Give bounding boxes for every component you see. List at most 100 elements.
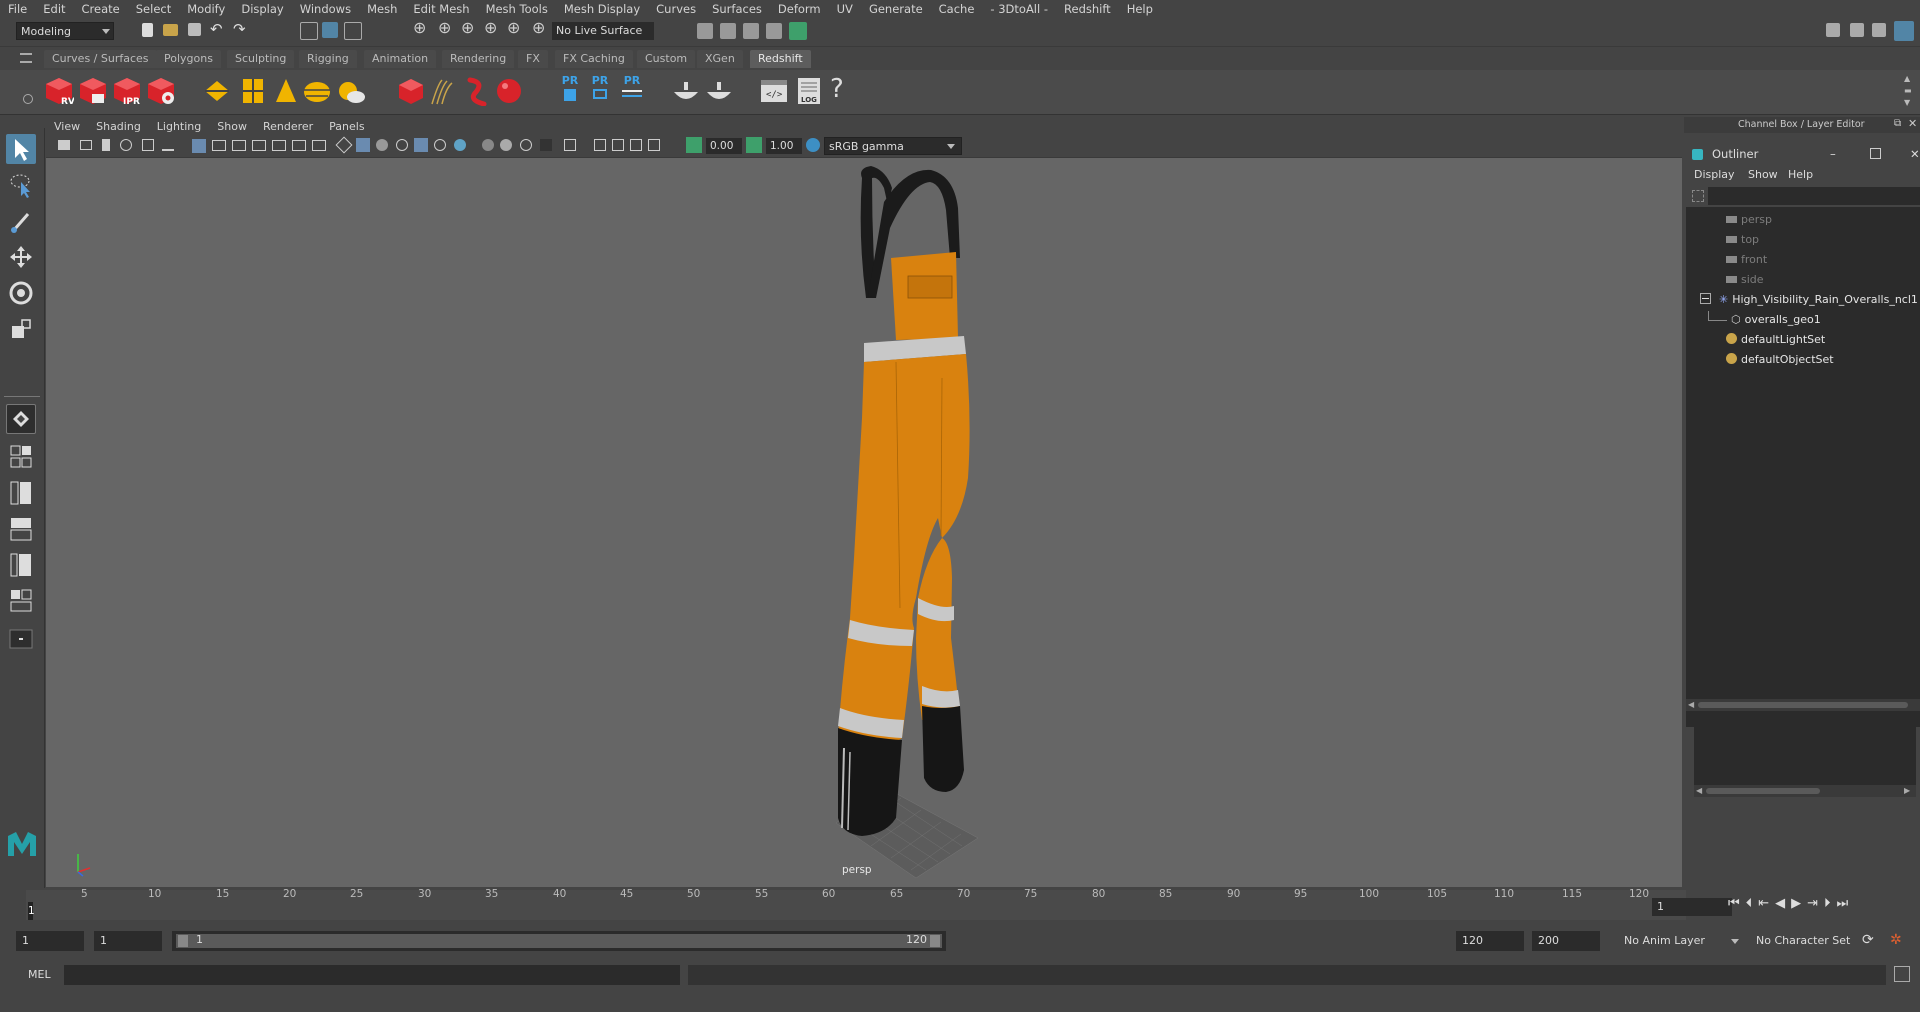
animation-preferences-icon[interactable]: ✲ (1890, 932, 1902, 948)
wireframe-on-shaded-icon[interactable] (396, 139, 408, 151)
range-slider-bar-fill[interactable] (176, 934, 942, 948)
rs-render-view-icon[interactable]: RV (44, 76, 74, 106)
menu-display[interactable]: Display (233, 2, 291, 16)
save-scene-icon[interactable] (188, 23, 201, 36)
tab-animation[interactable]: Animation (364, 50, 437, 68)
rs-portal-light-icon[interactable] (238, 76, 268, 106)
rs-ipr-icon[interactable]: IPR (112, 76, 142, 106)
rs-script-icon[interactable]: </> (759, 76, 789, 106)
scroll-thumb[interactable] (1706, 788, 1820, 794)
move-tool[interactable] (6, 242, 36, 272)
list-item[interactable]: defaultObjectSet (1726, 351, 1834, 369)
maximize-icon[interactable] (1870, 148, 1881, 159)
shelf-menu-icon[interactable] (20, 53, 32, 63)
wireframe-icon[interactable] (335, 136, 353, 154)
rs-render-settings-icon[interactable] (146, 76, 176, 106)
persp-outliner-layout[interactable] (6, 478, 36, 508)
outliner-menu-display[interactable]: Display (1694, 168, 1735, 181)
shelf-scroll-mid-icon[interactable]: ▬ (1904, 86, 1912, 95)
redo-icon[interactable]: ↷ (233, 20, 246, 38)
live-surface-field[interactable]: No Live Surface (552, 22, 654, 40)
snap-grid-icon[interactable]: ⊕ (413, 18, 426, 37)
close-icon[interactable]: ✕ (1910, 143, 1920, 165)
shelf-scroll-down-icon[interactable]: ▼ (1904, 98, 1910, 107)
snap-point-icon[interactable]: ⊕ (461, 18, 474, 37)
rs-hair-icon[interactable] (428, 76, 458, 106)
script-editor-icon[interactable] (1894, 966, 1910, 982)
tab-xgen[interactable]: XGen (697, 50, 743, 68)
scroll-thumb[interactable] (1698, 702, 1908, 708)
tab-rendering[interactable]: Rendering (442, 50, 515, 68)
menu-windows[interactable]: Windows (292, 2, 359, 16)
custom-layout[interactable] (6, 624, 36, 654)
character-set-dropdown[interactable]: No Character Set (1752, 931, 1862, 951)
use-all-lights-icon[interactable] (434, 139, 446, 151)
step-forward-frame-icon[interactable]: ⏵ (1824, 896, 1837, 911)
viewport-menu-shading[interactable]: Shading (88, 120, 149, 133)
menu-generate[interactable]: Generate (861, 2, 931, 16)
tab-curves-surfaces[interactable]: Curves / Surfaces (44, 50, 157, 68)
render-view-icon[interactable] (766, 23, 782, 39)
make-live-icon[interactable]: ⊕ (532, 18, 545, 37)
viewport-menu-renderer[interactable]: Renderer (255, 120, 321, 133)
textured-icon[interactable] (414, 138, 428, 152)
scroll-left-icon[interactable]: ◀ (1696, 786, 1702, 795)
rs-shader-icon[interactable] (704, 76, 734, 106)
pr-import-proxy-icon[interactable]: PR (587, 74, 613, 108)
exposure-icon[interactable] (686, 137, 702, 153)
menu-file[interactable]: File (0, 2, 35, 16)
default-material-icon[interactable] (376, 139, 388, 151)
minimize-icon[interactable]: – (1830, 143, 1836, 165)
select-by-object-icon[interactable] (322, 22, 338, 38)
play-forwards-icon[interactable]: ▶ (1791, 896, 1807, 911)
menu-cache[interactable]: Cache (931, 2, 983, 16)
time-slider[interactable]: 1 5 10 15 20 25 30 35 40 45 50 55 60 65 … (0, 888, 1920, 922)
persp-texture-layout[interactable] (6, 586, 36, 616)
rs-material-icon[interactable] (671, 76, 701, 106)
open-scene-icon[interactable] (163, 24, 178, 36)
grid-icon[interactable] (192, 139, 206, 153)
bookmarks-icon[interactable] (102, 139, 110, 151)
overalls-model[interactable] (746, 158, 1046, 887)
menu-modify[interactable]: Modify (179, 2, 233, 16)
gamma-icon[interactable] (746, 137, 762, 153)
scroll-right-icon[interactable]: ▶ (1904, 786, 1910, 795)
list-item[interactable]: front (1726, 251, 1767, 269)
list-item[interactable]: side (1726, 271, 1764, 289)
ipr-render-icon[interactable] (743, 23, 759, 39)
channel-box-toggle-icon[interactable] (1894, 21, 1914, 41)
command-input[interactable] (64, 965, 680, 985)
rs-area-light-icon[interactable] (202, 76, 232, 106)
select-by-hierarchy-icon[interactable] (300, 22, 318, 40)
layer-hscrollbar[interactable]: ◀ ▶ (1694, 785, 1916, 797)
outliner-hscrollbar[interactable]: ◀ (1686, 699, 1920, 711)
rs-sphere-icon[interactable] (494, 76, 524, 106)
multisample-aa-icon[interactable] (520, 139, 532, 151)
range-end-handle[interactable] (930, 935, 940, 947)
tab-custom[interactable]: Custom (637, 50, 696, 68)
undo-icon[interactable]: ↶ (210, 20, 223, 38)
viewport-canvas[interactable]: persp (46, 158, 1682, 887)
list-item[interactable]: ⬡ overalls_geo1 (1708, 311, 1821, 329)
playback-end-field[interactable]: 120 (1456, 931, 1524, 951)
xray-joints-icon[interactable] (630, 139, 642, 151)
menu-edit-mesh[interactable]: Edit Mesh (405, 2, 477, 16)
lasso-tool[interactable] (6, 170, 36, 200)
paint-select-tool[interactable] (6, 206, 36, 236)
rs-sun-sky-icon[interactable] (336, 76, 366, 106)
range-slider[interactable]: 1 120 (172, 931, 946, 951)
snap-curve-icon[interactable]: ⊕ (438, 18, 451, 37)
auto-key-icon[interactable]: ⟳ (1862, 932, 1874, 948)
depth-of-field-icon[interactable] (540, 139, 552, 151)
four-view-layout[interactable] (6, 442, 36, 472)
resolution-gate-icon[interactable] (232, 140, 246, 151)
view-transform-dropdown[interactable]: sRGB gamma (824, 137, 962, 155)
snap-projected-center-icon[interactable]: ⊕ (484, 18, 497, 37)
rs-dome-light-icon[interactable] (302, 76, 332, 106)
menu-create[interactable]: Create (74, 2, 128, 16)
grease-pencil-icon[interactable] (162, 139, 174, 151)
menu-help[interactable]: Help (1119, 2, 1161, 16)
animation-end-field[interactable]: 200 (1532, 931, 1600, 951)
play-backwards-icon[interactable]: ◀ (1775, 896, 1791, 911)
xray-active-icon[interactable] (612, 139, 624, 151)
